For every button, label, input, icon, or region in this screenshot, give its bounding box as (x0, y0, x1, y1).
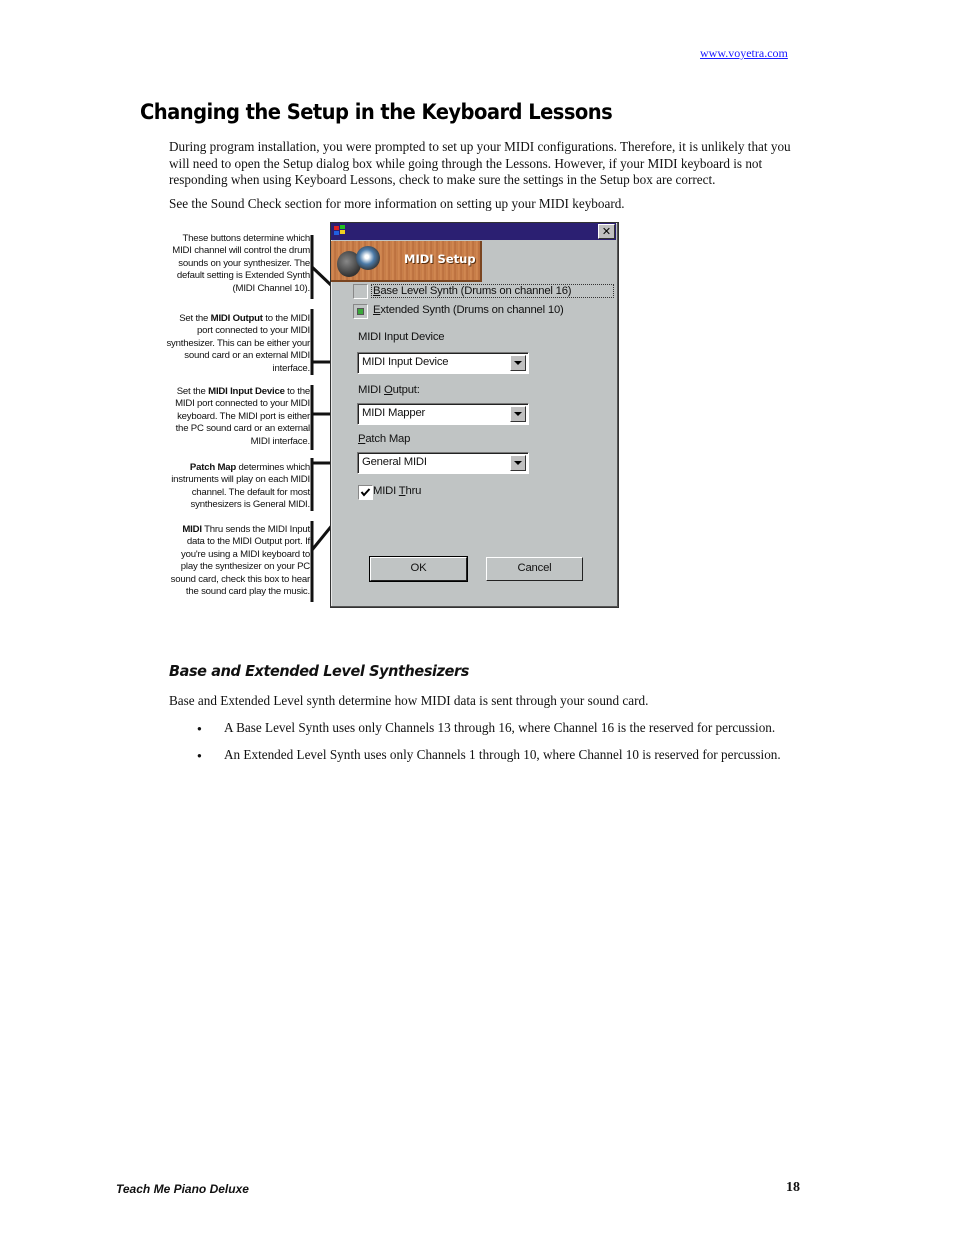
patch-map-label: Patch Map (358, 433, 411, 445)
midi-input-value: MIDI Input Device (362, 356, 449, 368)
callout-bold: MIDI Input Device (208, 386, 285, 397)
patch-map-value: General MIDI (362, 456, 427, 468)
dialog-titlebar[interactable] (331, 223, 616, 240)
dropdown-arrow-icon[interactable] (510, 355, 526, 371)
intro-paragraph: During program installation, you were pr… (169, 139, 791, 187)
midi-output-value: MIDI Mapper (362, 407, 426, 419)
midi-thru-label[interactable]: MIDI Thru (373, 485, 421, 497)
base-level-synth-radio[interactable] (353, 284, 368, 299)
selected-indicator (357, 308, 364, 315)
callout-midi-input: Set the MIDI Input Device to the MIDI po… (165, 386, 310, 448)
extended-synth-label[interactable]: Extended Synth (Drums on channel 10) (373, 304, 564, 316)
callout-drum-channel: These buttons determine which MIDI chann… (165, 233, 310, 295)
list-item: A Base Level Synth uses only Channels 13… (224, 720, 776, 735)
callout-bold: MIDI Output (210, 313, 263, 324)
page-title: Changing the Setup in the Keyboard Lesso… (140, 100, 613, 124)
section-intro: Base and Extended Level synth determine … (169, 693, 649, 708)
bullet-icon: ● (197, 724, 202, 733)
sound-check-paragraph: See the Sound Check section for more inf… (169, 196, 625, 211)
midi-thru-checkbox[interactable] (358, 485, 373, 500)
patch-map-dropdown[interactable]: General MIDI (357, 452, 529, 474)
midi-connector-icon (356, 246, 380, 270)
callout-midi-thru: MIDI Thru sends the MIDI Input data to t… (165, 524, 311, 598)
windows-logo-icon (334, 225, 345, 235)
midi-input-dropdown[interactable]: MIDI Input Device (357, 352, 529, 374)
section-heading: Base and Extended Level Synthesizers (169, 662, 469, 680)
checkmark-icon (360, 488, 371, 497)
callout-text: These buttons determine which MIDI chann… (172, 233, 310, 294)
callout-text: Set the (176, 386, 209, 397)
base-level-synth-label[interactable]: Base Level Synth (Drums on channel 16) (371, 284, 614, 298)
callout-patch-map: Patch Map determines which instruments w… (165, 462, 310, 512)
close-button[interactable]: ✕ (598, 224, 615, 239)
midi-output-label: MIDI Output: (358, 384, 420, 396)
footer-title: Teach Me Piano Deluxe (116, 1182, 249, 1196)
callout-text: Set the (179, 313, 211, 324)
extended-synth-radio[interactable] (353, 304, 368, 319)
dropdown-arrow-icon[interactable] (510, 455, 526, 471)
dropdown-arrow-icon[interactable] (510, 406, 526, 422)
page-number: 18 (786, 1180, 800, 1195)
midi-input-label: MIDI Input Device (358, 331, 445, 343)
callout-midi-output: Set the MIDI Output to the MIDI port con… (165, 313, 310, 375)
website-link[interactable]: www.voyetra.com (700, 46, 788, 61)
ok-button[interactable]: OK (369, 556, 468, 582)
bullet-icon: ● (197, 751, 202, 760)
banner-title: MIDI Setup (404, 252, 476, 266)
callout-bold: MIDI (182, 524, 202, 535)
callout-bold: Patch Map (189, 462, 237, 473)
list-item: An Extended Level Synth uses only Channe… (224, 747, 781, 762)
cancel-button[interactable]: Cancel (486, 557, 583, 581)
midi-output-dropdown[interactable]: MIDI Mapper (357, 403, 529, 425)
